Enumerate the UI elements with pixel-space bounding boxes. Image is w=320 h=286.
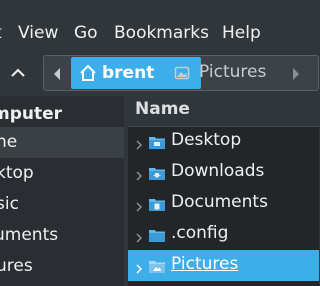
breadcrumb-scroll-left[interactable] [52, 66, 62, 80]
file-view: Name Desktop Downloads Documents .config… [128, 96, 319, 286]
home-icon [79, 64, 97, 82]
breadcrumb-label: brent [102, 63, 155, 83]
file-row-desktop[interactable]: Desktop [128, 126, 319, 157]
menu-help[interactable]: Help [222, 22, 261, 44]
menu-edit[interactable]: t [0, 22, 2, 44]
sidebar-item-documents[interactable]: uments [0, 220, 58, 250]
go-up-button[interactable] [5, 60, 31, 86]
file-row-downloads[interactable]: Downloads [128, 157, 319, 188]
sidebar-item-home[interactable]: ne [0, 127, 17, 157]
column-header-name[interactable]: Name [128, 96, 319, 127]
breadcrumb: brent Pictures [43, 55, 319, 91]
sidebar-item-pictures[interactable]: ures [0, 251, 33, 281]
sidebar-item-desktop[interactable]: ktop [0, 158, 34, 188]
chevron-right-icon[interactable] [135, 136, 143, 150]
menu-view[interactable]: View [18, 22, 58, 44]
column-header-label: Name [135, 99, 190, 119]
sidebar-section-computer: mputer [0, 104, 63, 124]
triangle-left-icon [54, 68, 60, 80]
file-row-pictures[interactable]: Pictures [128, 250, 319, 281]
folder-icon [149, 227, 165, 242]
file-row-documents[interactable]: Documents [128, 188, 319, 219]
file-name: .config [171, 223, 229, 243]
sidebar-selection [0, 127, 124, 158]
breadcrumb-item-pictures[interactable]: Pictures [199, 62, 266, 82]
places-sidebar: mputer ne ktop sic uments ures [0, 96, 124, 286]
file-row-config[interactable]: .config [128, 219, 319, 250]
folder-pictures-icon [149, 258, 165, 273]
folder-desktop-icon [149, 134, 165, 149]
menu-bookmarks[interactable]: Bookmarks [114, 22, 209, 44]
pictures-icon [174, 65, 190, 81]
folder-documents-icon [149, 196, 165, 211]
file-name: Pictures [171, 254, 239, 274]
sidebar-item-music[interactable]: sic [0, 189, 19, 219]
chevron-up-icon [11, 68, 25, 77]
triangle-right-icon [293, 68, 299, 80]
menu-go[interactable]: Go [74, 22, 98, 44]
file-name: Downloads [171, 161, 265, 181]
chevron-right-icon[interactable] [135, 167, 143, 181]
breadcrumb-scroll-right[interactable] [291, 66, 301, 80]
chevron-right-icon[interactable] [135, 198, 143, 212]
file-name: Desktop [171, 130, 242, 150]
folder-download-icon [149, 165, 165, 180]
file-name: Documents [171, 192, 268, 212]
menu-bar: t View Go Bookmarks Help [0, 0, 319, 50]
chevron-right-icon[interactable] [135, 260, 143, 274]
chevron-right-icon[interactable] [135, 229, 143, 243]
